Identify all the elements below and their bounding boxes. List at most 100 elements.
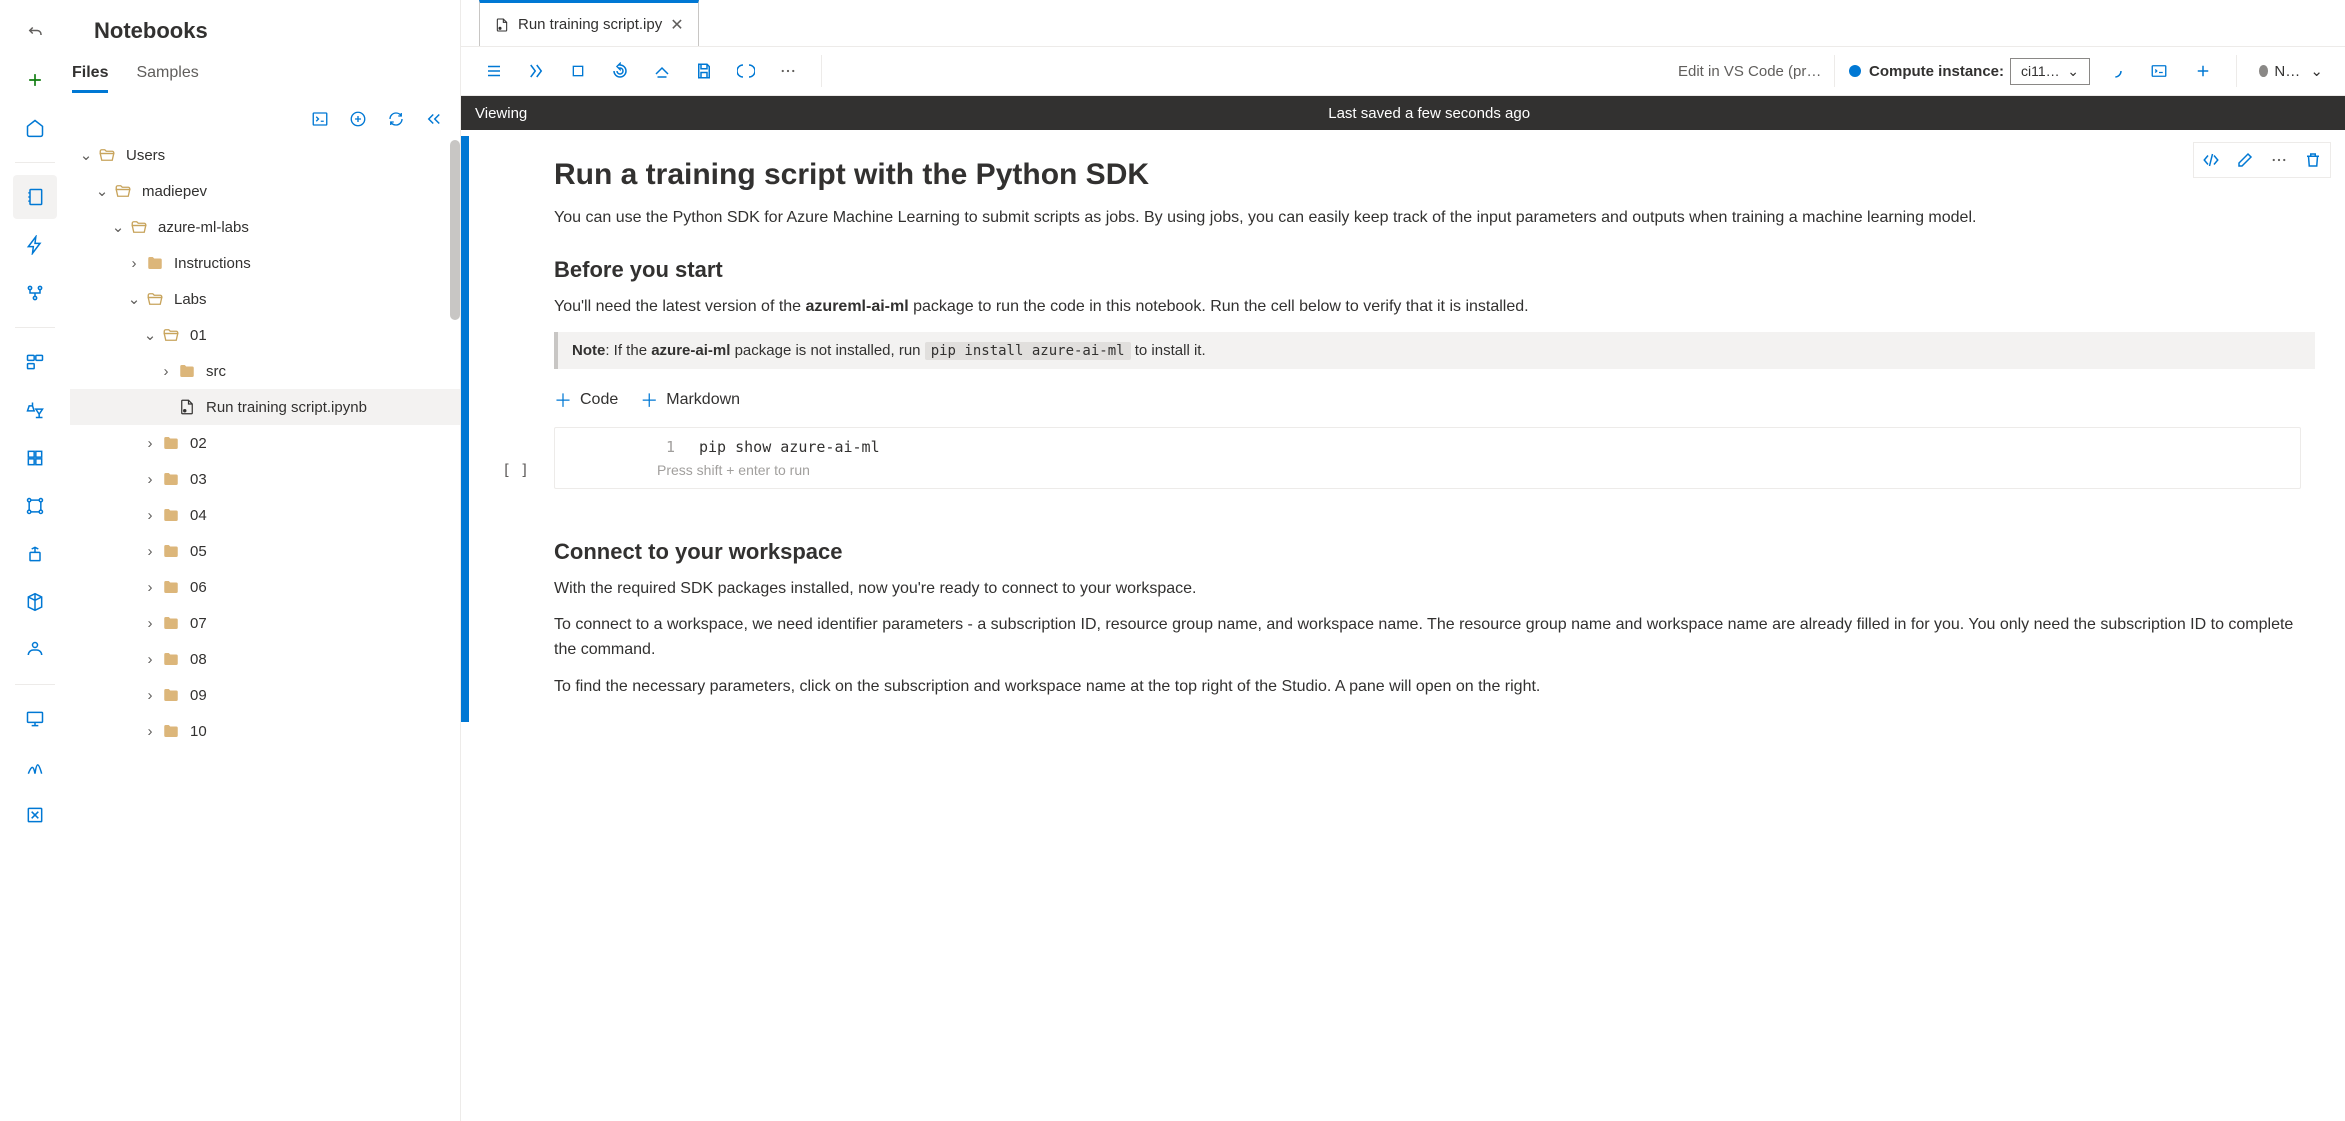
linked-icon[interactable] <box>13 793 57 837</box>
compute-icon[interactable] <box>13 697 57 741</box>
chevron-right-icon: › <box>140 579 160 596</box>
automl-icon[interactable] <box>13 223 57 267</box>
compute-loading-icon[interactable] <box>2096 53 2134 89</box>
tree-folder[interactable]: ›05 <box>70 533 460 569</box>
notebook-main: Run training script.ipy ✕ Edit in VS Cod… <box>460 0 2345 1121</box>
endpoints-icon[interactable] <box>13 628 57 672</box>
run-all-icon[interactable] <box>517 53 555 89</box>
tree-label: 05 <box>190 543 207 560</box>
cell-exec-count: [ ] <box>502 461 529 479</box>
folder-icon <box>160 506 182 524</box>
tree-label: Users <box>126 147 165 164</box>
tree-src[interactable]: › src <box>70 353 460 389</box>
edit-cell-icon[interactable] <box>2230 145 2260 175</box>
folder-icon <box>144 254 166 272</box>
edit-vscode-button[interactable]: Edit in VS Code (pr… <box>1660 62 1820 80</box>
clear-icon[interactable] <box>643 53 681 89</box>
add-icon[interactable] <box>13 58 57 102</box>
chevron-right-icon: › <box>124 255 144 272</box>
add-code-button[interactable]: ＋Code <box>554 387 618 413</box>
folder-open-icon <box>128 218 150 236</box>
notebooks-icon[interactable] <box>13 175 57 219</box>
more-icon[interactable] <box>769 53 807 89</box>
code-hint: Press shift + enter to run <box>657 462 2288 478</box>
tree-labs[interactable]: ⌄ Labs <box>70 281 460 317</box>
tree-folder[interactable]: ›09 <box>70 677 460 713</box>
tab-samples[interactable]: Samples <box>136 54 198 93</box>
cell-h2: Connect to your workspace <box>554 539 2315 565</box>
cell-more-icon[interactable] <box>2264 145 2294 175</box>
markdown-cell[interactable]: Run a training script with the Python SD… <box>469 136 2345 722</box>
notebook-tabbar: Run training script.ipy ✕ <box>461 0 2345 46</box>
tree-label: madiepev <box>142 183 207 200</box>
chevron-right-icon: › <box>140 723 160 740</box>
tree-label: 01 <box>190 327 207 344</box>
scrollbar-thumb[interactable] <box>450 140 460 320</box>
stop-icon[interactable] <box>559 53 597 89</box>
tree-users[interactable]: ⌄ Users <box>70 137 460 173</box>
models-icon[interactable] <box>13 580 57 624</box>
chevron-right-icon: › <box>140 615 160 632</box>
close-icon[interactable]: ✕ <box>670 15 683 35</box>
notebook-tab[interactable]: Run training script.ipy ✕ <box>479 0 699 46</box>
home-icon[interactable] <box>13 106 57 150</box>
chevron-down-icon: ⌄ <box>76 146 96 164</box>
status-dot-running <box>1849 65 1861 77</box>
delete-cell-icon[interactable] <box>2298 145 2328 175</box>
cell-paragraph: With the required SDK packages installed… <box>554 577 2315 602</box>
toggle-code-icon[interactable] <box>2196 145 2226 175</box>
tree-instructions[interactable]: › Instructions <box>70 245 460 281</box>
chevron-down-icon: ⌄ <box>124 290 144 308</box>
variables-icon[interactable] <box>727 53 765 89</box>
chevron-down-icon: ⌄ <box>140 326 160 344</box>
tree-user[interactable]: ⌄ madiepev <box>70 173 460 209</box>
environments-icon[interactable] <box>13 532 57 576</box>
code-cell[interactable]: 1pip show azure-ai-ml Press shift + ente… <box>554 427 2301 489</box>
tree-folder[interactable]: ›07 <box>70 605 460 641</box>
tree-repo[interactable]: ⌄ azure-ml-labs <box>70 209 460 245</box>
components-icon[interactable] <box>13 436 57 480</box>
tab-files[interactable]: Files <box>72 54 108 93</box>
data-icon[interactable] <box>13 340 57 384</box>
tab-label: Run training script.ipy <box>518 16 662 33</box>
collapse-icon[interactable] <box>420 105 448 133</box>
tree-folder[interactable]: ›02 <box>70 425 460 461</box>
add-file-icon[interactable] <box>344 105 372 133</box>
kernel-dropdown[interactable]: No … ⌄ <box>2251 58 2331 84</box>
compute-terminal-icon[interactable] <box>2140 53 2178 89</box>
menu-icon[interactable] <box>475 53 513 89</box>
tree-folder[interactable]: ›06 <box>70 569 460 605</box>
compute-label: Compute instance: <box>1849 63 2004 80</box>
notebook-toolbar: Edit in VS Code (pr… Compute instance: c… <box>461 46 2345 96</box>
left-nav-rail <box>0 0 70 1121</box>
folder-icon <box>160 614 182 632</box>
cell-paragraph: To connect to a workspace, we need ident… <box>554 613 2315 663</box>
terminal-icon[interactable] <box>306 105 334 133</box>
chevron-down-icon: ⌄ <box>2310 62 2323 80</box>
back-icon[interactable] <box>13 10 57 54</box>
folder-icon <box>160 470 182 488</box>
tree-notebook-file[interactable]: Run training script.ipynb <box>70 389 460 425</box>
refresh-icon[interactable] <box>382 105 410 133</box>
save-icon[interactable] <box>685 53 723 89</box>
tree-folder[interactable]: ›04 <box>70 497 460 533</box>
compute-dropdown[interactable]: ci11… ⌄ <box>2010 58 2090 85</box>
tree-folder[interactable]: › 10 <box>70 713 460 749</box>
designer-icon[interactable] <box>13 271 57 315</box>
pipelines-icon[interactable] <box>13 484 57 528</box>
cell-paragraph: You'll need the latest version of the az… <box>554 295 2315 320</box>
jobs-icon[interactable] <box>13 388 57 432</box>
explorer-title: Notebooks <box>70 0 460 54</box>
tree-folder[interactable]: ›08 <box>70 641 460 677</box>
chevron-down-icon: ⌄ <box>108 218 128 236</box>
chevron-down-icon: ⌄ <box>92 182 112 200</box>
tree-label: 10 <box>190 723 207 740</box>
add-markdown-button[interactable]: ＋Markdown <box>640 387 740 413</box>
tree-label: azure-ml-labs <box>158 219 249 236</box>
restart-icon[interactable] <box>601 53 639 89</box>
file-explorer: Notebooks Files Samples ⌄ Users ⌄ madiep… <box>70 0 460 1121</box>
datastores-icon[interactable] <box>13 745 57 789</box>
tree-01[interactable]: ⌄ 01 <box>70 317 460 353</box>
tree-folder[interactable]: ›03 <box>70 461 460 497</box>
compute-add-icon[interactable] <box>2184 53 2222 89</box>
